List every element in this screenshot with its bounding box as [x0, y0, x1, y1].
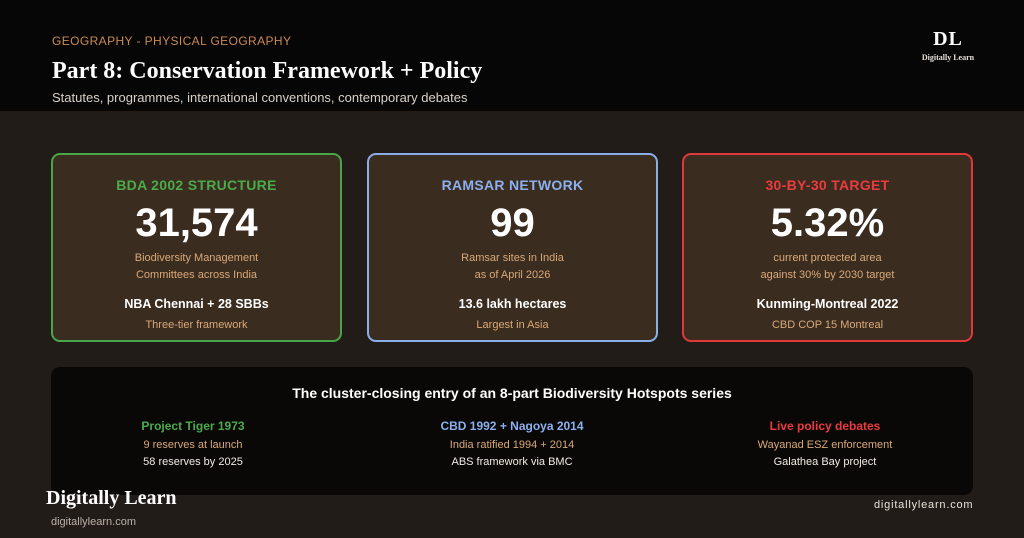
column-heading: Live policy debates: [769, 419, 881, 433]
column-line-2: ABS framework via BMC: [451, 456, 573, 468]
card-footnote: CBD COP 15 Montreal: [771, 319, 884, 331]
card-desc-line-1: Biodiversity Management: [134, 252, 259, 264]
logo-mark-text: DL: [933, 28, 963, 50]
card-label: BDA 2002 STRUCTURE: [116, 177, 277, 193]
card-value: 5.32%: [770, 201, 885, 245]
card-desc-line-2: Committees across India: [135, 269, 258, 281]
card-highlight: Kunming-Montreal 2022: [756, 297, 899, 311]
card-label: 30-BY-30 TARGET: [765, 177, 890, 193]
panel-title: The cluster-closing entry of an 8-part B…: [292, 385, 732, 401]
card-desc-line-2: against 30% by 2030 target: [760, 269, 895, 281]
column-heading: Project Tiger 1973: [141, 419, 245, 433]
card-description: Biodiversity Management Committees acros…: [53, 250, 340, 284]
column-line-1: Wayanad ESZ enforcement: [757, 439, 893, 451]
column-line-1: 9 reserves at launch: [143, 439, 243, 451]
card-desc-line-1: current protected area: [773, 252, 882, 264]
card-description: current protected area against 30% by 20…: [684, 250, 971, 284]
card-value: 31,574: [135, 201, 258, 245]
logo: DL Digitally Learn: [920, 28, 976, 62]
card-bda-structure: BDA 2002 STRUCTURE 31,574 Biodiversity M…: [51, 153, 342, 342]
panel-column-policy-debates: Live policy debates Wayanad ESZ enforcem…: [675, 419, 975, 468]
card-footnote: Largest in Asia: [476, 319, 549, 331]
column-line-2: 58 reserves by 2025: [143, 456, 243, 468]
card-description: Ramsar sites in India as of April 2026: [369, 250, 656, 284]
card-desc-line-2: as of April 2026: [474, 269, 551, 281]
panel-column-cbd-nagoya: CBD 1992 + Nagoya 2014 India ratified 19…: [362, 419, 662, 468]
card-highlight: 13.6 lakh hectares: [458, 297, 567, 311]
card-label: RAMSAR NETWORK: [441, 177, 584, 193]
page-title: Part 8: Conservation Framework + Policy: [52, 58, 483, 84]
column-line-1: India ratified 1994 + 2014: [449, 439, 575, 451]
series-summary-panel: The cluster-closing entry of an 8-part B…: [51, 367, 973, 495]
card-30-by-30-target: 30-BY-30 TARGET 5.32% current protected …: [682, 153, 973, 342]
card-footnote: Three-tier framework: [145, 319, 248, 331]
breadcrumb: GEOGRAPHY - PHYSICAL GEOGRAPHY: [52, 34, 292, 48]
card-value: 99: [490, 201, 535, 245]
logo-sub-text: Digitally Learn: [921, 53, 975, 62]
brand-wordmark: Digitally Learn: [46, 487, 177, 509]
column-line-2: Galathea Bay project: [773, 456, 877, 468]
card-desc-line-1: Ramsar sites in India: [461, 252, 564, 264]
header-bar: GEOGRAPHY - PHYSICAL GEOGRAPHY Part 8: C…: [0, 0, 1024, 111]
card-ramsar-network: RAMSAR NETWORK 99 Ramsar sites in India …: [367, 153, 658, 342]
column-heading: CBD 1992 + Nagoya 2014: [440, 419, 584, 433]
page-subtitle: Statutes, programmes, international conv…: [52, 90, 468, 105]
card-highlight: NBA Chennai + 28 SBBs: [124, 297, 269, 311]
footer-url: digitallylearn.com: [874, 499, 974, 511]
panel-column-project-tiger: Project Tiger 1973 9 reserves at launch …: [43, 419, 343, 468]
brand-url: digitallylearn.com: [51, 516, 136, 528]
